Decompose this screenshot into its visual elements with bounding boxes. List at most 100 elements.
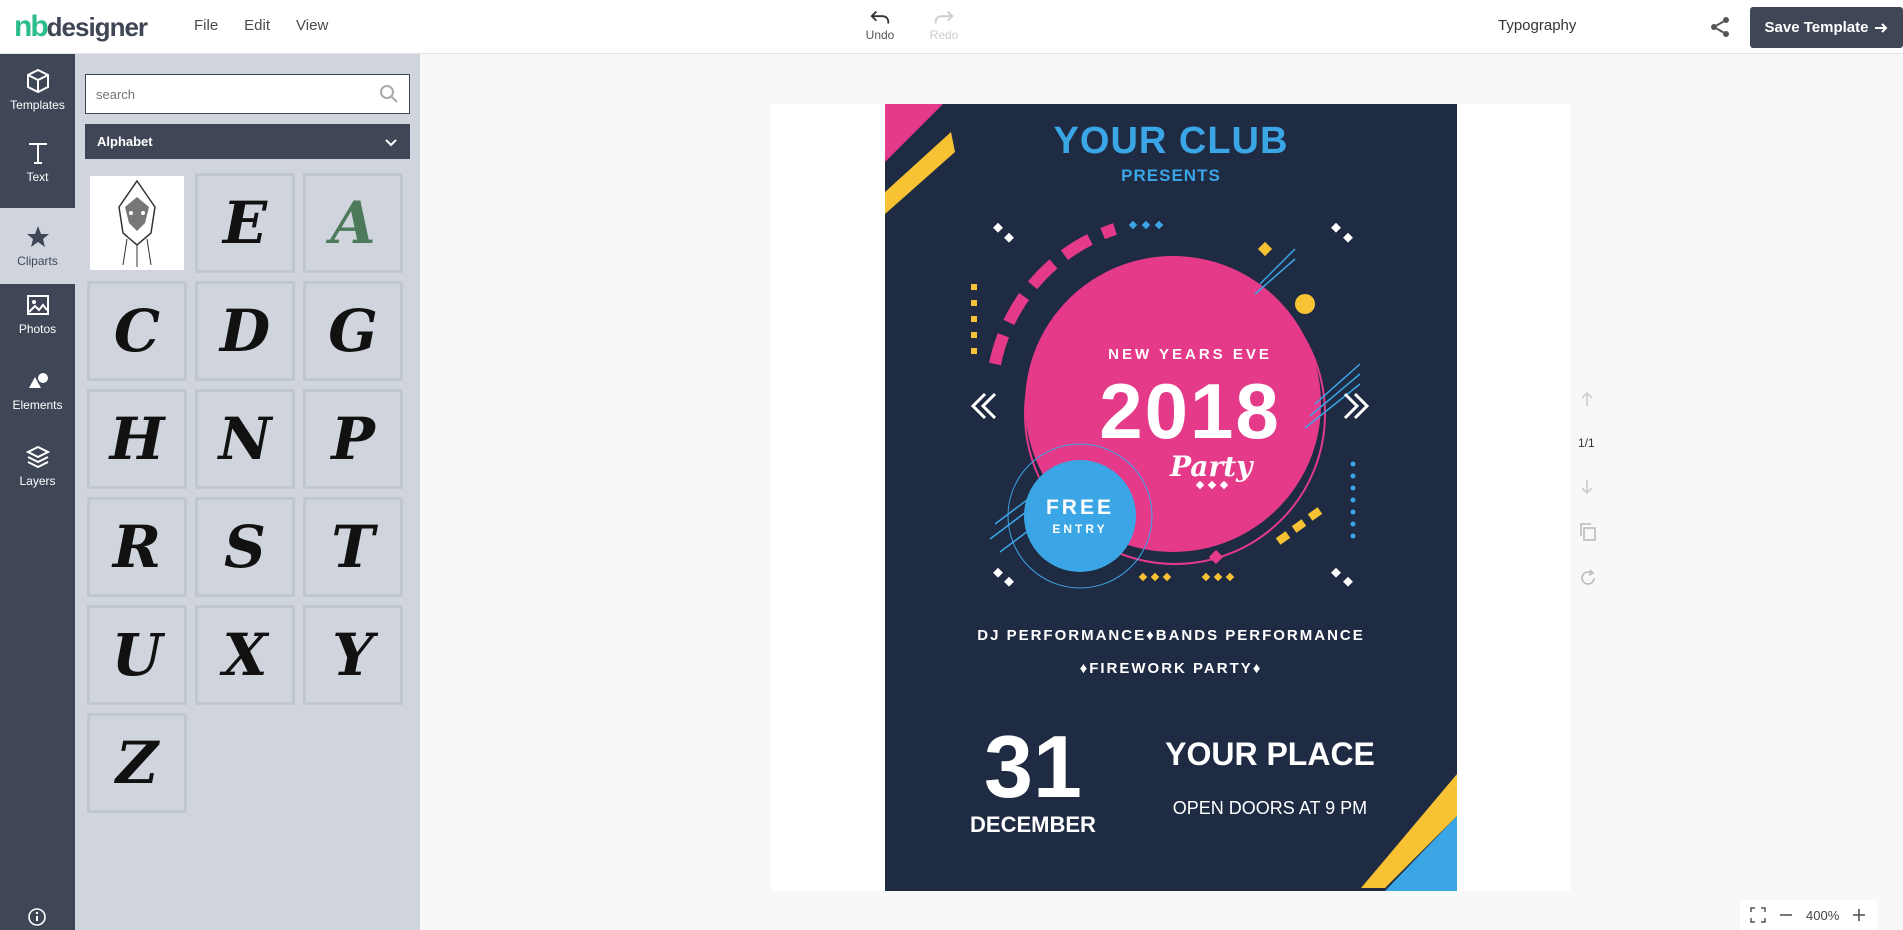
typography-link[interactable]: Typography	[1498, 17, 1576, 34]
menu-edit[interactable]: Edit	[244, 17, 270, 34]
arrow-up-icon[interactable]	[1578, 390, 1596, 408]
clipart-letter: E	[222, 189, 268, 257]
clipart-tile[interactable]	[87, 173, 187, 273]
clipart-tile[interactable]: S	[195, 497, 295, 597]
sidebar-item-label: Elements	[12, 398, 63, 412]
box-icon	[26, 68, 49, 94]
poster-year[interactable]: 2018	[1055, 366, 1325, 457]
clipart-letter: Y	[332, 621, 374, 689]
poster-doors[interactable]: OPEN DOORS AT 9 PM	[1155, 798, 1385, 819]
undo-button[interactable]: Undo	[862, 8, 898, 42]
clipart-letter: R	[112, 513, 162, 581]
clipart-letter: H	[109, 405, 165, 473]
star-icon	[26, 226, 49, 247]
poster-month[interactable]: DECEMBER	[963, 812, 1103, 838]
layers-icon	[25, 445, 50, 469]
history-controls: Undo Redo	[862, 8, 962, 42]
sidebar-item-elements[interactable]: Elements	[0, 368, 75, 432]
clipart-tile[interactable]: U	[87, 605, 187, 705]
shapes-icon	[28, 373, 48, 388]
poster-free[interactable]: FREE	[1025, 496, 1135, 520]
poster-entry[interactable]: ENTRY	[1025, 522, 1135, 536]
redo-button[interactable]: Redo	[926, 8, 962, 42]
sidebar-item-photos[interactable]: Photos	[0, 292, 75, 356]
search-icon[interactable]	[379, 84, 399, 104]
clipart-tile[interactable]: A	[303, 173, 403, 273]
clipart-letter: U	[111, 621, 163, 689]
clipart-letter: C	[113, 297, 161, 365]
page-counter: 1/1	[1578, 436, 1595, 450]
sidebar-item-label: Text	[26, 170, 49, 184]
poster-place[interactable]: YOUR PLACE	[1155, 736, 1385, 773]
copy-icon[interactable]	[1578, 522, 1598, 542]
refresh-icon[interactable]	[1578, 568, 1598, 588]
menu-file[interactable]: File	[194, 17, 218, 34]
logo-nb: nb	[14, 10, 49, 43]
zoom-out-icon[interactable]	[1778, 907, 1794, 923]
clipart-tile[interactable]: G	[303, 281, 403, 381]
clipart-letter: Z	[115, 729, 159, 797]
arrow-down-icon[interactable]	[1578, 478, 1596, 496]
clipart-tile[interactable]: T	[303, 497, 403, 597]
undo-icon	[870, 10, 890, 24]
cliparts-panel: Alphabet E A C D G H N P R S T U X Y Z	[75, 54, 420, 930]
poster-club-title[interactable]: YOUR CLUB	[885, 120, 1457, 163]
clipart-tile[interactable]: C	[87, 281, 187, 381]
image-icon	[26, 295, 49, 315]
clipart-tile[interactable]: P	[303, 389, 403, 489]
clipart-letter: A	[330, 189, 376, 257]
sidebar-item-label: Cliparts	[17, 254, 58, 268]
clipart-tile[interactable]: Y	[303, 605, 403, 705]
clipart-letter: N	[218, 405, 272, 473]
arrow-right-icon	[1875, 22, 1888, 33]
zoom-controls: 400%	[1740, 900, 1878, 930]
clipart-tile[interactable]: X	[195, 605, 295, 705]
save-template-button[interactable]: Save Template	[1750, 7, 1903, 48]
sidebar-item-label: Layers	[19, 474, 56, 488]
sidebar-item-text[interactable]: Text	[0, 140, 75, 204]
poster-performances[interactable]: DJ PERFORMANCE♦BANDS PERFORMANCE	[885, 627, 1457, 644]
fullscreen-icon[interactable]	[1750, 907, 1766, 923]
clipart-tile[interactable]: Z	[87, 713, 187, 813]
clipart-letter: G	[328, 297, 378, 365]
clipart-letter: D	[219, 297, 271, 365]
poster-firework[interactable]: ♦FIREWORK PARTY♦	[885, 660, 1457, 677]
tool-sidebar: Templates Text Cliparts Photos Elements …	[0, 54, 75, 930]
info-icon[interactable]	[28, 908, 46, 926]
top-bar: nb designer File Edit View Undo Redo Typ…	[0, 0, 1903, 54]
poster-party[interactable]: Party	[1170, 450, 1252, 483]
menu-view[interactable]: View	[296, 17, 328, 34]
poster-presents[interactable]: PRESENTS	[885, 166, 1457, 186]
logo[interactable]: nb designer	[14, 10, 148, 44]
sidebar-item-label: Templates	[10, 98, 65, 112]
redo-icon	[934, 10, 954, 24]
sidebar-item-layers[interactable]: Layers	[0, 444, 75, 508]
clipart-tile[interactable]: N	[195, 389, 295, 489]
zoom-level: 400%	[1806, 907, 1840, 923]
clipart-letter: S	[224, 513, 266, 581]
sidebar-item-templates[interactable]: Templates	[0, 68, 75, 132]
search-input[interactable]	[96, 86, 379, 102]
undo-label: Undo	[865, 28, 895, 42]
share-icon[interactable]	[1708, 15, 1732, 39]
chevron-down-icon	[385, 138, 397, 146]
clipart-tile[interactable]: E	[195, 173, 295, 273]
category-value: Alphabet	[97, 134, 153, 149]
redo-label: Redo	[929, 28, 959, 42]
logo-designer: designer	[46, 11, 148, 42]
poster-nye[interactable]: NEW YEARS EVE	[1085, 346, 1295, 363]
clipart-tile[interactable]: R	[87, 497, 187, 597]
save-template-label: Save Template	[1764, 19, 1869, 36]
clipart-letter: X	[222, 621, 268, 689]
clipart-tile[interactable]: H	[87, 389, 187, 489]
clipart-letter: T	[331, 513, 375, 581]
poster-day[interactable]: 31	[963, 716, 1103, 818]
text-icon	[28, 143, 47, 164]
sidebar-item-label: Photos	[18, 322, 57, 336]
zoom-in-icon[interactable]	[1851, 907, 1867, 923]
clipart-tile[interactable]: D	[195, 281, 295, 381]
category-select[interactable]: Alphabet	[85, 124, 410, 159]
sidebar-item-cliparts[interactable]: Cliparts	[0, 208, 75, 284]
search-box	[85, 74, 410, 114]
poster-design[interactable]: YOUR CLUB PRESENTS NEW YEARS EVE 2018 Pa…	[885, 104, 1457, 891]
